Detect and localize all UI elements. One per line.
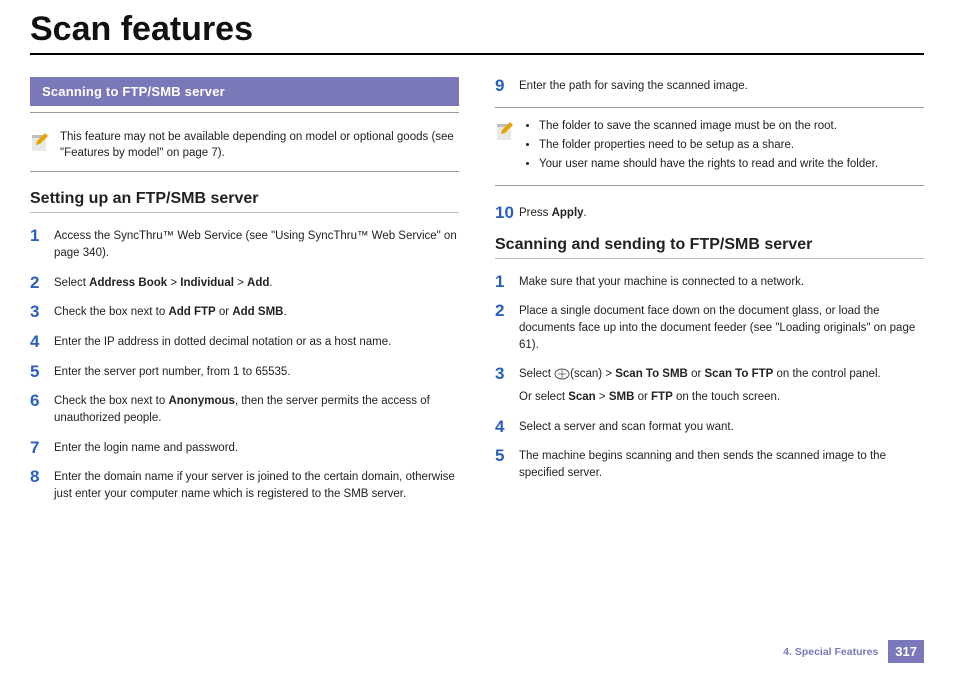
- setup-step: 6 Check the box next to Anonymous, then …: [30, 392, 459, 426]
- footer-page-number: 317: [888, 640, 924, 663]
- note-availability: This feature may not be available depend…: [30, 123, 459, 172]
- t: FTP: [651, 391, 673, 403]
- t: Add FTP: [168, 306, 215, 318]
- step-text: Place a single document face down on the…: [519, 302, 924, 353]
- send-step: 4 Select a server and scan format you wa…: [495, 418, 924, 436]
- t: on the control panel.: [773, 368, 880, 380]
- t: .: [269, 277, 272, 289]
- page-title: Scan features: [30, 10, 924, 55]
- step-text: Enter the domain name if your server is …: [54, 468, 459, 502]
- step-number: 5: [30, 363, 54, 380]
- step-number: 9: [495, 77, 519, 94]
- step-text: Enter the path for saving the scanned im…: [519, 77, 924, 95]
- setup-step: 10 Press Apply.: [495, 204, 924, 222]
- left-column: Scanning to FTP/SMB server This feature …: [30, 77, 459, 515]
- step-text: Select a server and scan format you want…: [519, 418, 924, 436]
- step-number: 8: [30, 468, 54, 485]
- t: .: [283, 306, 286, 318]
- t: Scan To FTP: [705, 368, 774, 380]
- step-text: Access the SyncThru™ Web Service (see "U…: [54, 227, 459, 261]
- send-step: 1 Make sure that your machine is connect…: [495, 273, 924, 291]
- send-step: 2 Place a single document face down on t…: [495, 302, 924, 353]
- t: on the touch screen.: [673, 391, 780, 403]
- t: Anonymous: [168, 395, 234, 407]
- t: Add: [247, 277, 269, 289]
- step-number: 4: [30, 333, 54, 350]
- note-item: The folder to save the scanned image mus…: [539, 118, 924, 134]
- step-text: Check the box next to Add FTP or Add SMB…: [54, 303, 459, 321]
- banner-underline: [30, 112, 459, 113]
- t: Apply: [552, 207, 584, 219]
- right-column: 9 Enter the path for saving the scanned …: [495, 77, 924, 515]
- step-number: 1: [30, 227, 54, 244]
- subheading-send: Scanning and sending to FTP/SMB server: [495, 236, 924, 259]
- setup-step: 1 Access the SyncThru™ Web Service (see …: [30, 227, 459, 261]
- step-text: The machine begins scanning and then sen…: [519, 447, 924, 481]
- step-text: Make sure that your machine is connected…: [519, 273, 924, 291]
- step-number: 3: [495, 365, 519, 382]
- subheading-setup: Setting up an FTP/SMB server: [30, 190, 459, 213]
- t: Select: [54, 277, 89, 289]
- step-number: 2: [495, 302, 519, 319]
- t: Add SMB: [232, 306, 283, 318]
- step-number: 2: [30, 274, 54, 291]
- note-list: The folder to save the scanned image mus…: [525, 118, 924, 175]
- send-step: 3 Select (scan) > Scan To SMB or Scan To…: [495, 365, 924, 405]
- step-text: Select (scan) > Scan To SMB or Scan To F…: [519, 365, 924, 405]
- t: Check the box next to: [54, 395, 168, 407]
- step-text: Check the box next to Anonymous, then th…: [54, 392, 459, 426]
- note-item: Your user name should have the rights to…: [539, 156, 924, 172]
- step-number: 7: [30, 439, 54, 456]
- step-text: Enter the server port number, from 1 to …: [54, 363, 459, 381]
- step-number: 10: [495, 204, 519, 221]
- t: or: [216, 306, 233, 318]
- t: Scan: [568, 391, 596, 403]
- setup-step: 7 Enter the login name and password.: [30, 439, 459, 457]
- note-icon: [495, 120, 515, 142]
- note-text: This feature may not be available depend…: [60, 129, 459, 161]
- setup-step: 9 Enter the path for saving the scanned …: [495, 77, 924, 95]
- t: >: [596, 391, 609, 403]
- t: Individual: [180, 277, 234, 289]
- t: or: [634, 391, 651, 403]
- note-icon: [30, 131, 50, 153]
- step-number: 6: [30, 392, 54, 409]
- t: Press: [519, 207, 552, 219]
- step-text: Enter the IP address in dotted decimal n…: [54, 333, 459, 351]
- t: Address Book: [89, 277, 167, 289]
- step-number: 3: [30, 303, 54, 320]
- step-number: 5: [495, 447, 519, 464]
- content-columns: Scanning to FTP/SMB server This feature …: [30, 77, 924, 515]
- t: >: [234, 277, 247, 289]
- note-item: The folder properties need to be setup a…: [539, 137, 924, 153]
- step-number: 1: [495, 273, 519, 290]
- step-text: Select Address Book > Individual > Add.: [54, 274, 459, 292]
- t: (scan) >: [570, 368, 615, 380]
- t: .: [584, 207, 587, 219]
- step-text: Enter the login name and password.: [54, 439, 459, 457]
- t: or: [688, 368, 705, 380]
- setup-step: 3 Check the box next to Add FTP or Add S…: [30, 303, 459, 321]
- setup-step: 2 Select Address Book > Individual > Add…: [30, 274, 459, 292]
- setup-step: 4 Enter the IP address in dotted decimal…: [30, 333, 459, 351]
- note-folder: The folder to save the scanned image mus…: [495, 107, 924, 186]
- page-footer: 4. Special Features 317: [783, 640, 924, 663]
- t: Check the box next to: [54, 306, 168, 318]
- setup-step: 8 Enter the domain name if your server i…: [30, 468, 459, 502]
- send-step: 5 The machine begins scanning and then s…: [495, 447, 924, 481]
- t: Select: [519, 368, 554, 380]
- step-subline: Or select Scan > SMB or FTP on the touch…: [519, 389, 924, 406]
- step-number: 4: [495, 418, 519, 435]
- scan-icon: [554, 368, 570, 380]
- footer-chapter: 4. Special Features: [783, 646, 878, 658]
- t: Or select: [519, 391, 568, 403]
- setup-step: 5 Enter the server port number, from 1 t…: [30, 363, 459, 381]
- t: Scan To SMB: [615, 368, 688, 380]
- section-banner: Scanning to FTP/SMB server: [30, 77, 459, 106]
- t: SMB: [609, 391, 635, 403]
- t: >: [167, 277, 180, 289]
- step-text: Press Apply.: [519, 204, 924, 222]
